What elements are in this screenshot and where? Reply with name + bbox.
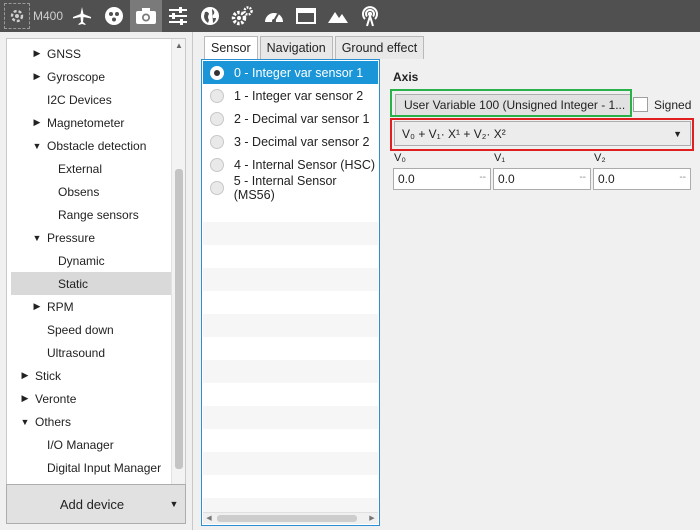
radio-button[interactable] (210, 180, 224, 195)
tree-item-io-manager[interactable]: I/O Manager (47, 433, 185, 456)
tree-item-stick[interactable]: ▶ Stick (19, 364, 179, 387)
sensors-icon[interactable] (98, 0, 130, 32)
antenna-icon[interactable] (354, 0, 386, 32)
empty-row (203, 222, 378, 245)
radio-button[interactable] (210, 65, 224, 80)
coeff-input-v0[interactable]: 0.0 -- (393, 168, 491, 190)
empty-row (203, 360, 378, 383)
coeff-label-v1: V₁ (494, 152, 506, 164)
radio-button[interactable] (210, 134, 224, 149)
device-tree-panel: ▶ GNSS ▶ Gyroscope I2C Devices ▶ Magnetomet… (0, 32, 193, 530)
expand-arrow-icon[interactable]: ▶ (31, 117, 43, 128)
tree-item-others[interactable]: ▼ Others (19, 410, 179, 433)
tree-item-gyroscope[interactable]: ▶ Gyroscope (31, 65, 185, 88)
expand-arrow-icon[interactable]: ▶ (19, 393, 31, 404)
scroll-thumb[interactable] (217, 515, 357, 522)
tree-item-speed-down[interactable]: Speed down (47, 318, 185, 341)
unit-indicator[interactable]: -- (579, 172, 586, 183)
coeff-input-v2[interactable]: 0.0 -- (593, 168, 691, 190)
tree-item-range-sensors[interactable]: Range sensors (58, 203, 185, 226)
gauge-icon[interactable] (258, 0, 290, 32)
formula-highlight-box (390, 118, 694, 151)
sensor-list-item-2[interactable]: 2 - Decimal var sensor 1 (203, 107, 378, 130)
tree-item-veronte[interactable]: ▶ Veronte (19, 387, 179, 410)
empty-row (203, 268, 378, 291)
tree-item-dynamic[interactable]: Dynamic (58, 249, 185, 272)
coeff-label-v2: V₂ (594, 152, 606, 164)
expand-arrow-icon[interactable]: ▶ (19, 370, 31, 381)
sensor-list-item-3[interactable]: 3 - Decimal var sensor 2 (203, 130, 378, 153)
terrain-icon[interactable] (322, 0, 354, 32)
sensor-list-item-5[interactable]: 5 - Internal Sensor (MS56) (203, 174, 378, 202)
unit-indicator[interactable]: -- (679, 172, 686, 183)
tab-ground-effect[interactable]: Ground effect (334, 36, 425, 59)
device-selector[interactable]: M400 (0, 0, 66, 32)
scroll-left-arrow-icon[interactable]: ◀ (203, 513, 215, 525)
tree-item-static[interactable]: Static (11, 272, 171, 295)
tab-navigation[interactable]: Navigation (259, 36, 333, 59)
collapse-arrow-icon[interactable]: ▼ (31, 141, 43, 151)
unit-indicator[interactable]: -- (479, 172, 486, 183)
globe-icon[interactable] (194, 0, 226, 32)
window-icon[interactable] (290, 0, 322, 32)
tree-item-rpm[interactable]: ▶ RPM (31, 295, 185, 318)
scroll-right-arrow-icon[interactable]: ▶ (366, 513, 378, 525)
axis-config-panel: Axis User Variable 100 (Unsigned Integer… (385, 59, 700, 530)
expand-arrow-icon[interactable]: ▶ (31, 301, 43, 312)
add-device-button[interactable]: Add device ▼ (6, 484, 186, 524)
list-horizontal-scrollbar[interactable]: ◀ ▶ (203, 512, 378, 524)
sensor-list-item-1[interactable]: 1 - Integer var sensor 2 (203, 84, 378, 107)
sensor-list-item-0[interactable]: 0 - Integer var sensor 1 (203, 61, 378, 84)
coeff-input-v1[interactable]: 0.0 -- (493, 168, 591, 190)
collapse-arrow-icon[interactable]: ▼ (19, 417, 31, 427)
tree-item-magnetometer[interactable]: ▶ Magnetometer (31, 111, 185, 134)
dropdown-arrow-icon[interactable]: ▼ (163, 499, 185, 509)
tree-item-external[interactable]: External (58, 157, 185, 180)
tab-sensor[interactable]: Sensor (204, 36, 258, 59)
empty-row (203, 406, 378, 429)
tree-item-obstacle-detection[interactable]: ▼ Obstacle detection (31, 134, 185, 157)
tree-scrollbar[interactable]: ▲ ▼ (171, 39, 185, 507)
tree-item-ultrasound[interactable]: Ultrasound (47, 341, 185, 364)
variable-highlight-box (390, 89, 632, 117)
expand-arrow-icon[interactable]: ▶ (31, 48, 43, 59)
camera-icon[interactable] (130, 0, 162, 32)
expand-arrow-icon[interactable]: ▶ (31, 71, 43, 82)
tree-item-digital-input-manager[interactable]: Digital Input Manager (47, 456, 177, 479)
airplane-icon[interactable] (66, 0, 98, 32)
scroll-thumb[interactable] (175, 169, 183, 469)
scroll-up-arrow-icon[interactable]: ▲ (172, 39, 185, 53)
sliders-icon[interactable] (162, 0, 194, 32)
tree-item-gnss[interactable]: ▶ GNSS (31, 42, 185, 65)
gears-icon[interactable] (226, 0, 258, 32)
device-tree[interactable]: ▶ GNSS ▶ Gyroscope I2C Devices ▶ Magnetomet… (6, 38, 186, 508)
empty-row (203, 498, 378, 512)
tree-item-obsens[interactable]: Obsens (58, 180, 185, 203)
tree-item-i2c-devices[interactable]: I2C Devices (47, 88, 185, 111)
empty-row (203, 452, 378, 475)
radio-button[interactable] (210, 157, 224, 172)
sensor-tabs: Sensor Navigation Ground effect (204, 36, 426, 59)
top-toolbar: M400 (0, 0, 700, 32)
coeff-label-v0: V₀ (394, 152, 406, 164)
empty-row (203, 314, 378, 337)
axis-section-title: Axis (393, 70, 419, 84)
collapse-arrow-icon[interactable]: ▼ (31, 233, 43, 243)
signed-label: Signed (654, 98, 692, 112)
radio-button[interactable] (210, 88, 224, 103)
signed-checkbox[interactable] (633, 97, 648, 112)
sensor-list[interactable]: 0 - Integer var sensor 1 1 - Integer var… (201, 59, 380, 526)
device-gear-icon (4, 3, 30, 29)
radio-button[interactable] (210, 111, 224, 126)
tree-item-pressure[interactable]: ▼ Pressure (31, 226, 185, 249)
device-label: M400 (33, 9, 64, 23)
